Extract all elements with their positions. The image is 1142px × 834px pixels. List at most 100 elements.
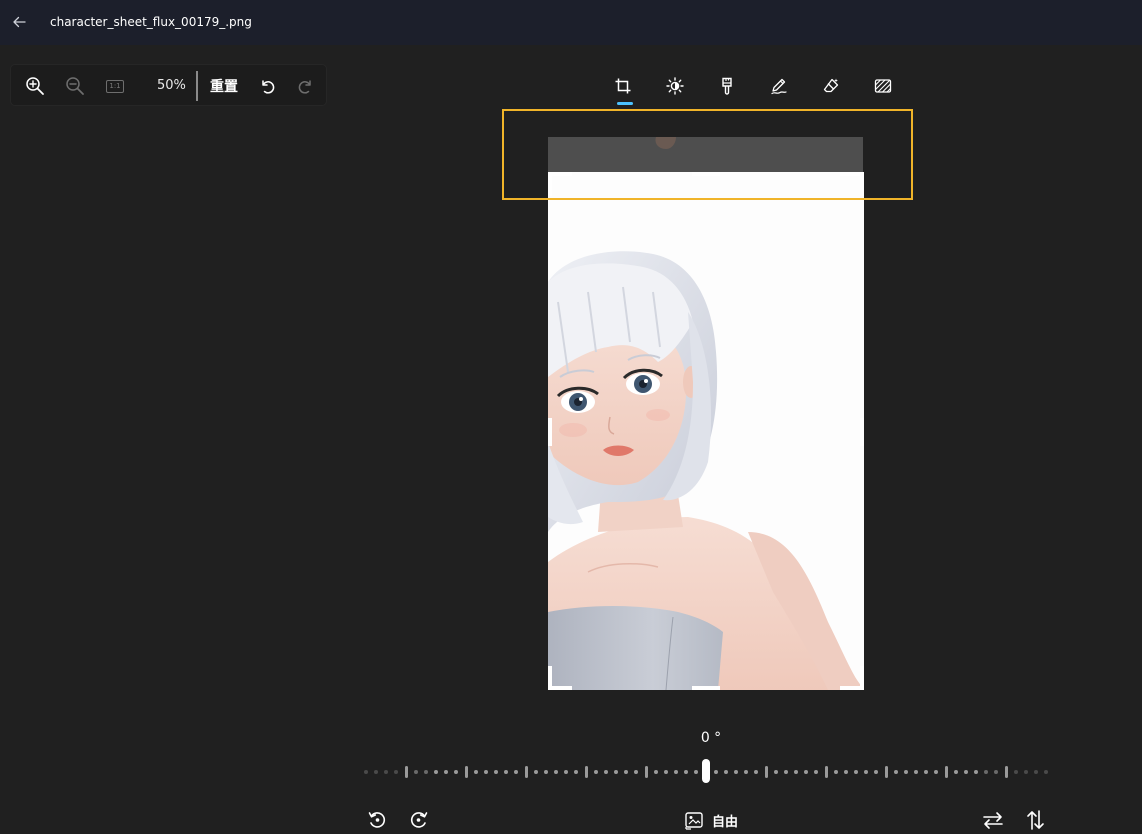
rotation-dial-dot — [484, 770, 488, 774]
rotation-dial-dot — [1014, 770, 1018, 774]
undo-button[interactable] — [254, 73, 280, 99]
tab-markup[interactable] — [763, 72, 795, 100]
zoom-out-icon — [66, 77, 84, 95]
tab-background[interactable] — [867, 72, 899, 100]
zoom-out-button[interactable] — [62, 73, 88, 99]
redo-button[interactable] — [293, 73, 319, 99]
aspect-ratio-icon — [685, 812, 703, 830]
rotation-dial-dot — [874, 770, 878, 774]
rotation-dial-dot — [724, 770, 728, 774]
rotate-right-icon — [410, 812, 428, 828]
rotation-dial-dot — [744, 770, 748, 774]
background-blur-icon — [874, 79, 892, 93]
flip-vertical-button[interactable] — [1022, 806, 1048, 834]
tab-adjust[interactable] — [659, 72, 691, 100]
rotation-dial-dot — [754, 770, 758, 774]
rotation-dial-dot — [594, 770, 598, 774]
rotation-dial-dot — [504, 770, 508, 774]
rotation-dial-dot — [1044, 770, 1048, 774]
rotation-dial-dot — [394, 770, 398, 774]
rotation-dial-tick — [464, 766, 468, 778]
rotation-dial-dot — [544, 770, 548, 774]
rotation-dial-tick — [944, 766, 948, 778]
edit-tools — [604, 72, 904, 104]
rotation-dial-dot — [574, 770, 578, 774]
rotation-dial-dot — [634, 770, 638, 774]
rotation-dial-dot — [674, 770, 678, 774]
actual-size-icon: 1:1 — [106, 79, 124, 93]
rotation-dial-dot — [694, 770, 698, 774]
rotation-dial-dot — [1034, 770, 1038, 774]
rotation-dial-dot — [664, 770, 668, 774]
rotation-dial-dot — [784, 770, 788, 774]
rotation-dial-dot — [974, 770, 978, 774]
rotation-dial-dot — [834, 770, 838, 774]
rotation-dial-dot — [384, 770, 388, 774]
crop-handle-right[interactable] — [860, 418, 864, 446]
rotation-dial-dot — [614, 770, 618, 774]
actual-size-label: 1:1 — [109, 81, 121, 90]
crop-handle-bottom-left-v[interactable] — [548, 666, 552, 690]
rotate-left-button[interactable] — [364, 806, 390, 834]
crop-handle-left[interactable] — [548, 418, 552, 446]
actual-size-button[interactable]: 1:1 — [102, 73, 128, 99]
pen-icon — [771, 78, 787, 95]
tab-crop[interactable] — [607, 72, 639, 100]
aspect-ratio-label: 自由 — [711, 814, 738, 830]
rotation-dial-dot — [914, 770, 918, 774]
rotation-dial-dot — [844, 770, 848, 774]
crop-frame[interactable] — [548, 172, 864, 690]
back-button[interactable] — [8, 11, 30, 33]
rotate-right-button[interactable] — [406, 806, 432, 834]
reset-button[interactable]: 重置 — [210, 76, 238, 96]
rotation-dial-dot — [854, 770, 858, 774]
rotation-dial-dot — [474, 770, 478, 774]
rotation-dial-dot — [1024, 770, 1028, 774]
rotation-dial-dot — [964, 770, 968, 774]
rotation-dial-dot — [864, 770, 868, 774]
rotation-dial-dot — [994, 770, 998, 774]
rotation-dial-dot — [454, 770, 458, 774]
rotation-dial-dot — [934, 770, 938, 774]
aspect-ratio-button[interactable]: 自由 — [676, 806, 746, 834]
eraser-icon — [823, 78, 839, 93]
rotation-dial-dot — [904, 770, 908, 774]
filter-brush-icon — [722, 77, 732, 95]
rotation-dial-tick — [524, 766, 528, 778]
rotation-dial-tick — [404, 766, 408, 778]
rotation-angle: 0 ° — [700, 730, 722, 746]
rotation-dial-dot — [534, 770, 538, 774]
rotation-slider-thumb[interactable] — [702, 759, 710, 783]
file-title: character_sheet_flux_00179_.png — [50, 15, 252, 29]
rotation-dial-dot — [794, 770, 798, 774]
rotation-dial-dot — [984, 770, 988, 774]
flip-horizontal-icon — [983, 812, 1003, 829]
rotation-dial-dot — [414, 770, 418, 774]
zoom-in-button[interactable] — [22, 73, 48, 99]
redo-icon — [298, 80, 311, 94]
zoom-toolbar-divider — [196, 71, 198, 101]
rotation-dial-dot — [684, 770, 688, 774]
rotation-slider[interactable] — [360, 760, 1060, 784]
rotation-dial-dot — [774, 770, 778, 774]
rotation-dial-dot — [424, 770, 428, 774]
rotation-dial-dot — [804, 770, 808, 774]
zoom-percentage[interactable]: 50% — [157, 78, 186, 93]
rotation-dial-dot — [624, 770, 628, 774]
crop-handle-bottom-right-v[interactable] — [860, 666, 864, 690]
highlight-box — [502, 109, 913, 200]
rotation-dial-dot — [514, 770, 518, 774]
zoom-in-icon — [26, 77, 44, 95]
rotation-dial-tick — [584, 766, 588, 778]
flip-horizontal-button[interactable] — [980, 806, 1006, 834]
rotation-dial-tick — [764, 766, 768, 778]
rotation-dial-dot — [654, 770, 658, 774]
rotation-dial-tick — [644, 766, 648, 778]
tab-filter[interactable] — [711, 72, 743, 100]
brightness-icon — [666, 77, 684, 95]
rotation-dial-tick — [824, 766, 828, 778]
crop-handle-bottom[interactable] — [692, 686, 720, 690]
tab-erase[interactable] — [815, 72, 847, 100]
rotation-dial-dot — [364, 770, 368, 774]
rotation-dial-dot — [494, 770, 498, 774]
